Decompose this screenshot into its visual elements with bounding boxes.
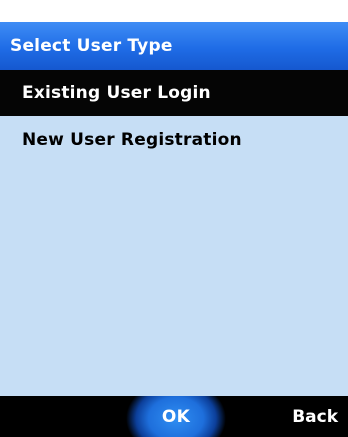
menu-item-existing-user-login[interactable]: Existing User Login [0, 70, 348, 116]
softkey-bar: OK Back [0, 396, 348, 437]
phone-screen: Select User Type Existing User Login New… [0, 0, 348, 437]
ok-label: OK [161, 406, 191, 427]
menu-item-new-user-registration[interactable]: New User Registration [0, 120, 348, 160]
menu-item-label: New User Registration [22, 130, 242, 150]
ok-softkey[interactable]: OK [124, 396, 228, 437]
menu-item-label: Existing User Login [22, 83, 211, 103]
back-softkey[interactable]: Back [292, 396, 338, 437]
user-type-menu: Existing User Login New User Registratio… [0, 70, 348, 396]
screen-header: Select User Type [0, 22, 348, 70]
screen-title: Select User Type [10, 36, 173, 56]
